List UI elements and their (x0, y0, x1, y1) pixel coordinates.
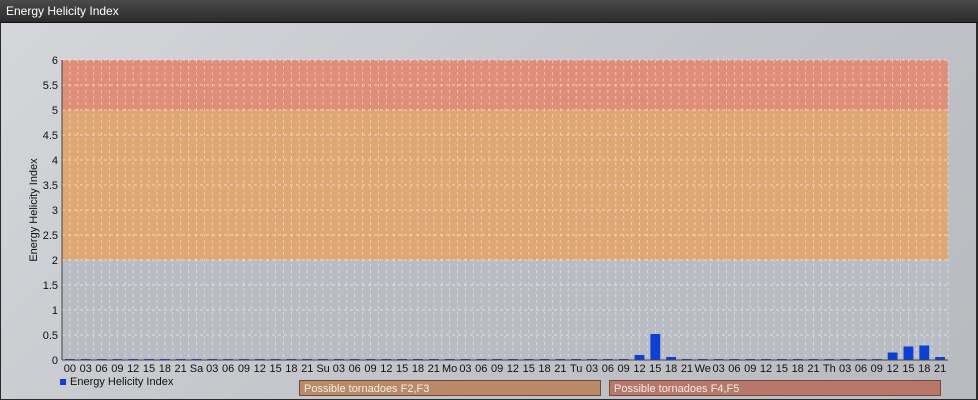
chart-window: Energy Helicity Index 0 0.5 1 1.5 2 2.5 3 3.5 4 4… (0, 0, 978, 400)
x-tick-label: 03 (333, 363, 345, 375)
legend-swatch (60, 379, 66, 386)
x-tick-label: Su (316, 363, 329, 375)
ehi-bar-chart: 00.511.522.533.544.555.5600 03 06 09 12 15 18 2… (28, 55, 949, 375)
x-tick-label: 06 (602, 363, 614, 375)
bar (919, 345, 930, 360)
y-tick-label: 0 (52, 355, 58, 367)
x-tick-label: 06 (475, 363, 487, 375)
x-tick-label: Th (823, 363, 836, 375)
x-tick-label: 18 (159, 363, 171, 375)
x-tick-label: 06 (728, 363, 740, 375)
x-tick-label: 03 (712, 363, 724, 375)
x-tick-label: 21 (428, 363, 440, 375)
x-tick-label: 12 (127, 363, 139, 375)
x-tick-label: 03 (206, 363, 218, 375)
x-tick-label: 12 (254, 363, 266, 375)
legend[interactable]: Energy Helicity Index (60, 376, 173, 390)
y-tick-label: 2 (52, 255, 58, 267)
x-tick-label: 18 (285, 363, 297, 375)
x-tick-label: 21 (681, 363, 693, 375)
x-tick-label: 18 (412, 363, 424, 375)
x-tick-label: 21 (554, 363, 566, 375)
x-tick-label: 18 (918, 363, 930, 375)
y-tick-label: 5 (52, 105, 58, 117)
x-tick-label: 12 (760, 363, 772, 375)
x-tick-label: 03 (459, 363, 471, 375)
x-tick-label: 12 (507, 363, 519, 375)
x-tick-label: 18 (538, 363, 550, 375)
y-tick-label: 0.5 (43, 330, 58, 342)
x-tick-label: 09 (618, 363, 630, 375)
x-tick-label: 12 (633, 363, 645, 375)
x-tick-label: 12 (887, 363, 899, 375)
x-tick-label: 15 (143, 363, 155, 375)
y-tick-label: 6 (52, 55, 58, 67)
x-tick-label: 06 (95, 363, 107, 375)
x-tick-label: 15 (523, 363, 535, 375)
x-tick-label: 09 (744, 363, 756, 375)
x-tick-label: 15 (396, 363, 408, 375)
x-tick-label: 09 (364, 363, 376, 375)
y-tick-label: 5.5 (43, 80, 58, 92)
x-tick-label: 06 (349, 363, 361, 375)
x-tick-label: 06 (855, 363, 867, 375)
y-tick-label: 1.5 (43, 280, 58, 292)
x-tick-label: 03 (586, 363, 598, 375)
x-tick-label: 03 (839, 363, 851, 375)
legend-label: Energy Helicity Index (70, 376, 174, 388)
x-tick-label: 21 (301, 363, 313, 375)
x-tick-label: 09 (238, 363, 250, 375)
bar (650, 334, 661, 360)
x-tick-label: 15 (902, 363, 914, 375)
x-tick-label: We (695, 363, 711, 375)
x-tick-label: 09 (871, 363, 883, 375)
x-tick-label: 18 (792, 363, 804, 375)
x-tick-label: Mo (442, 363, 457, 375)
x-tick-label: 15 (269, 363, 281, 375)
bar (887, 352, 898, 360)
y-tick-label: 3.5 (43, 180, 58, 192)
x-tick-label: 21 (175, 363, 187, 375)
y-tick-label: 1 (52, 305, 58, 317)
y-tick-label: 4.5 (43, 130, 58, 142)
zone-label-f4-f5: Possible tornadoes F4,F5 (609, 380, 941, 396)
x-tick-label: 18 (665, 363, 677, 375)
x-tick-label: 09 (491, 363, 503, 375)
y-axis-label: Energy Helicity Index (28, 158, 40, 262)
x-tick-label: 03 (80, 363, 92, 375)
x-tick-label: 00 (64, 363, 76, 375)
y-tick-label: 3 (52, 205, 58, 217)
x-tick-label: 12 (380, 363, 392, 375)
x-tick-label: 09 (111, 363, 123, 375)
y-tick-label: 4 (52, 155, 58, 167)
y-tick-label: 2.5 (43, 230, 58, 242)
bar (634, 355, 645, 360)
x-tick-label: 15 (649, 363, 661, 375)
x-tick-label: 21 (934, 363, 946, 375)
x-tick-label: Sa (190, 363, 204, 375)
zone-label-f2-f3: Possible tornadoes F2,F3 (299, 380, 601, 396)
x-tick-label: 15 (776, 363, 788, 375)
x-tick-label: 06 (222, 363, 234, 375)
x-tick-label: Tu (570, 363, 582, 375)
bar (903, 346, 914, 360)
x-tick-label: 21 (807, 363, 819, 375)
